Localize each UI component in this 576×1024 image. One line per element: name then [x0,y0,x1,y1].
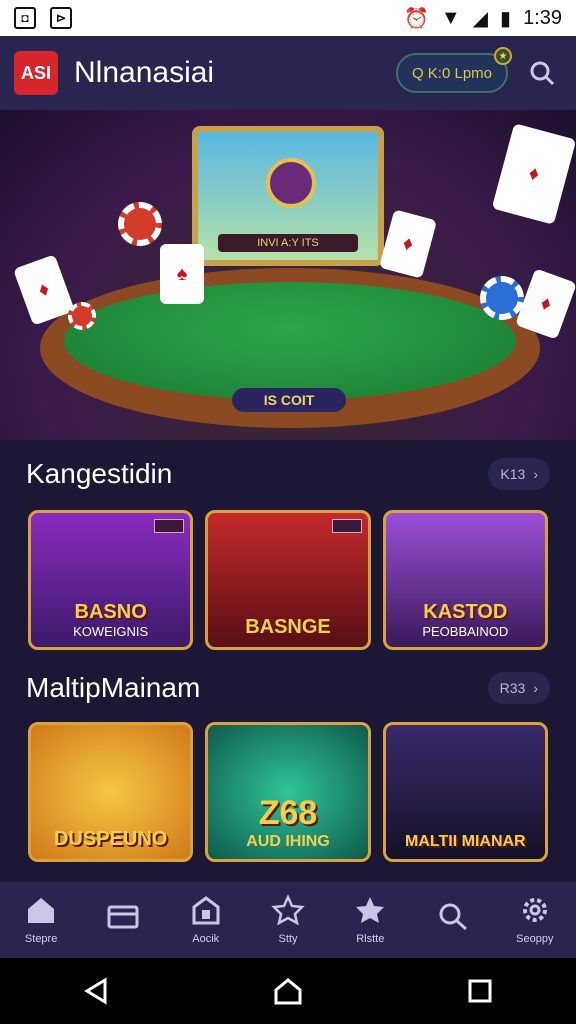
wheel-icon [266,158,316,208]
recents-icon[interactable] [465,976,495,1006]
section-header: MaltipMainam R33 › [0,668,576,708]
nav-item-favorites[interactable]: Rlstte [329,882,411,958]
poker-chip-icon [118,202,162,246]
game-tile-subtitle: KOWEIGNIS [73,624,149,639]
game-tile[interactable]: KASTOD PEOBBAINOD [382,510,548,650]
game-tile[interactable]: MALTII MIANAR [382,722,548,862]
playing-card-icon: ♦ [378,209,438,279]
lock-icon [192,896,220,925]
screen-label: INVI A:Y ITS [218,234,358,252]
game-tile-subtitle: AUD IHING [246,833,330,850]
status-left: ◘ ⊳ [14,7,72,29]
alarm-icon: ⏰ [403,7,429,30]
game-tile-logo: DUSPEUNO [39,828,182,851]
game-tile-title: Z68 [258,794,318,832]
game-tile[interactable]: Z68 AUD IHING [205,722,371,862]
nav-label: Stepre [24,933,58,945]
app-notification-icon: ⊳ [50,7,72,29]
tile-badge [331,519,362,533]
wallet-icon [107,905,139,929]
coin-star-icon: ★ [494,47,512,65]
see-more-button[interactable]: R33 › [487,672,550,704]
playing-card-icon: ♦ [491,123,576,225]
game-tile-logo: MALTII MIANAR [394,833,537,851]
section-title: MaltipMainam [26,672,201,703]
home-button-icon[interactable] [273,976,303,1006]
game-tile-title: MALTII MIANAR [405,833,526,850]
search-icon [530,61,555,86]
game-tile-row: BASNO KOWEIGNIS BASNGE KASTOD PEOBBAINOD [28,510,548,650]
table-felt [64,282,516,400]
game-tile[interactable]: BASNGE [205,510,371,650]
nav-item-wallet[interactable] [82,882,164,958]
home-icon [28,898,55,923]
game-tile-title: KASTOD [423,601,508,623]
gear-star-icon [271,895,305,925]
hero-banner[interactable]: INVI A:Y ITS IS COIT ♦ ♠ ♦ ♦ ♦ [0,110,576,440]
game-tile-subtitle: PEOBBAINOD [422,624,509,639]
search-button[interactable] [522,53,562,93]
back-icon[interactable] [81,976,111,1006]
clock: 1:39 [523,6,562,29]
tile-badge [154,519,185,533]
nav-item-account[interactable]: Aocik [165,882,247,958]
section-header: Kangestidin K13 › [0,454,576,494]
coins-balance-text: Q K:0 Lpmo [411,64,492,82]
see-more-label: K13 [500,466,526,482]
chevron-right-icon: › [533,466,538,482]
poker-table: IS COIT [40,268,540,428]
game-tile-logo: BASNGE [216,616,359,639]
game-tile-logo: Z68 AUD IHING [216,794,359,851]
game-tile[interactable]: DUSPEUNO [28,722,194,862]
bottom-nav: Stepre Aocik Stty Rlstte Seoppy [0,882,576,958]
nav-item-search[interactable] [411,882,493,958]
app-bar: ASI Nlnanasiai Q K:0 Lpmo ★ [0,36,576,110]
see-more-label: R33 [499,680,526,696]
status-bar: ◘ ⊳ ⏰ ▼ ◢ ▮ 1:39 [0,0,576,36]
poker-chip-icon [480,276,524,320]
nav-item-home[interactable]: Stepre [0,882,82,958]
section-title: Kangestidin [26,458,173,489]
hero-screen: INVI A:Y ITS [192,126,384,266]
status-right: ⏰ ▼ ◢ ▮ 1:39 [404,6,562,31]
search-icon [439,903,467,931]
game-tile-logo: KASTOD PEOBBAINOD [394,601,537,639]
wifi-icon: ▼ [440,6,461,29]
game-tile-title: BASNO [74,601,147,623]
playing-card-icon: ♠ [160,244,204,304]
chevron-right-icon: › [533,680,538,696]
nav-label: Rlstte [356,933,385,945]
system-nav-bar [0,958,576,1024]
game-tile-title: DUSPEUNO [53,828,168,850]
coins-balance-pill[interactable]: Q K:0 Lpmo ★ [395,47,512,93]
game-tile-row: DUSPEUNO Z68 AUD IHING MALTII MIANAR [28,722,548,862]
see-more-button[interactable]: K13 › [488,458,550,490]
nav-item-settings[interactable]: Seoppy [494,882,576,958]
game-tile[interactable]: BASNO KOWEIGNIS [28,510,194,650]
signal-icon: ◢ [472,7,489,30]
game-tile-logo: BASNO KOWEIGNIS [39,601,182,639]
star-icon [356,897,385,923]
nav-label: Seoppy [516,933,554,945]
notification-icon: ◘ [14,7,36,29]
poker-chip-icon [68,302,96,330]
settings-icon [522,898,547,922]
app-logo[interactable]: ASI [14,51,58,95]
table-plate: IS COIT [232,388,346,412]
app-title: Nlnanasiai [74,56,215,89]
nav-label: Stty [278,933,298,945]
battery-icon: ▮ [500,7,512,30]
game-tile-title: BASNGE [245,616,331,638]
nav-label: Aocik [192,933,220,945]
nav-item-story[interactable]: Stty [247,882,329,958]
